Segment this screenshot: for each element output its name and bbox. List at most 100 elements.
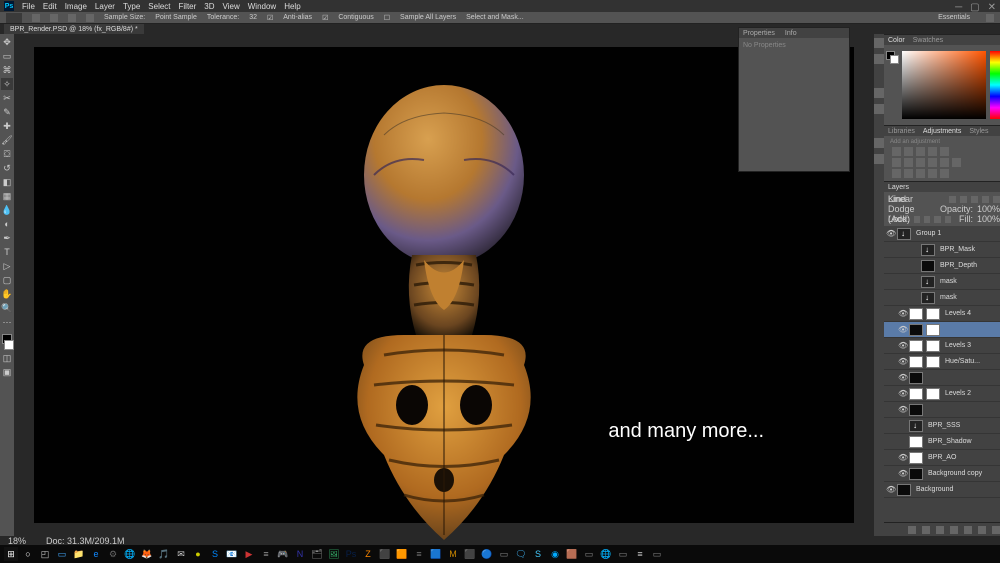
- lock-all-icon[interactable]: [945, 216, 951, 223]
- stamp-tool-icon[interactable]: ⛋: [1, 148, 13, 160]
- canvas[interactable]: and many more...: [34, 47, 854, 523]
- layer-mask-thumbnail[interactable]: [926, 356, 940, 368]
- adj-invert-icon[interactable]: [892, 169, 901, 178]
- layer-thumbnail[interactable]: [909, 436, 923, 448]
- menu-layer[interactable]: Layer: [95, 2, 115, 11]
- layer-row[interactable]: mask: [884, 274, 1000, 290]
- character-panel-icon[interactable]: [874, 138, 884, 148]
- sample-all-checkbox[interactable]: ☐: [384, 14, 390, 22]
- layer-thumbnail[interactable]: [909, 452, 923, 464]
- color-picker[interactable]: [884, 45, 1000, 125]
- edit-toolbar-icon[interactable]: ⋯: [1, 316, 13, 328]
- layers-tab[interactable]: Layers: [888, 184, 909, 191]
- layer-name[interactable]: BPR_Depth: [940, 262, 977, 269]
- pen-tool-icon[interactable]: ✒: [1, 232, 13, 244]
- layer-mask-thumbnail[interactable]: [926, 388, 940, 400]
- maximize-button[interactable]: ▢: [970, 2, 979, 13]
- taskbar-app-icon[interactable]: ✉: [174, 547, 188, 561]
- layer-row[interactable]: 👁Hue/Satu...: [884, 354, 1000, 370]
- layer-name[interactable]: Hue/Satu...: [945, 358, 980, 365]
- taskbar-app-icon[interactable]: ▭: [582, 547, 596, 561]
- paragraph-panel-icon[interactable]: [874, 154, 884, 164]
- layer-visibility-icon[interactable]: 👁: [898, 453, 906, 462]
- layer-thumbnail[interactable]: [921, 276, 935, 288]
- lock-trans-icon[interactable]: [914, 216, 920, 223]
- layer-visibility-icon[interactable]: 👁: [898, 373, 906, 382]
- layer-name[interactable]: Background copy: [928, 470, 982, 477]
- layer-row[interactable]: 👁Levels 2: [884, 386, 1000, 402]
- adjustment-layer-icon[interactable]: [950, 526, 958, 534]
- adj-brightness-icon[interactable]: [892, 147, 901, 156]
- lasso-tool-icon[interactable]: ⌘: [1, 64, 13, 76]
- layer-thumbnail[interactable]: [909, 404, 923, 416]
- layer-name[interactable]: mask: [940, 294, 957, 301]
- lock-pixel-icon[interactable]: [924, 216, 930, 223]
- taskbar-app-icon[interactable]: 🌐: [599, 547, 613, 561]
- opacity-value[interactable]: 100%: [977, 204, 1000, 214]
- crop-tool-icon[interactable]: ✂: [1, 92, 13, 104]
- selection-add-icon[interactable]: [50, 14, 58, 22]
- taskbar-app-icon[interactable]: ◉: [548, 547, 562, 561]
- eyedropper-tool-icon[interactable]: ✎: [1, 106, 13, 118]
- taskbar-app-icon[interactable]: ≡: [412, 547, 426, 561]
- filter-pixel-icon[interactable]: [949, 196, 956, 203]
- layer-thumbnail[interactable]: [909, 388, 923, 400]
- swatches-tab[interactable]: Swatches: [913, 37, 943, 44]
- layer-row[interactable]: BPR_Shadow: [884, 434, 1000, 450]
- gradient-tool-icon[interactable]: ▦: [1, 190, 13, 202]
- path-tool-icon[interactable]: ▷: [1, 260, 13, 272]
- adj-threshold-icon[interactable]: [916, 169, 925, 178]
- menu-type[interactable]: Type: [123, 2, 140, 11]
- taskbar-app-icon[interactable]: 📁: [72, 547, 86, 561]
- layer-name[interactable]: Levels 3: [945, 342, 971, 349]
- brush-tool-icon[interactable]: 🖌: [1, 134, 13, 146]
- history-brush-tool-icon[interactable]: ↺: [1, 162, 13, 174]
- adj-vibrance-icon[interactable]: [940, 147, 949, 156]
- filter-shape-icon[interactable]: [982, 196, 989, 203]
- layer-visibility-icon[interactable]: 👁: [898, 405, 906, 414]
- layer-row[interactable]: 👁Background: [884, 482, 1000, 498]
- layer-row[interactable]: BPR_Mask: [884, 242, 1000, 258]
- layer-name[interactable]: Levels 4: [945, 310, 971, 317]
- adj-bw-icon[interactable]: [916, 158, 925, 167]
- taskbar-app-icon[interactable]: Ps: [344, 547, 358, 561]
- layer-row[interactable]: 👁Group 1: [884, 226, 1000, 242]
- eraser-tool-icon[interactable]: ◧: [1, 176, 13, 188]
- zoom-tool-icon[interactable]: 🔍: [1, 302, 13, 314]
- filter-text-icon[interactable]: [971, 196, 978, 203]
- taskbar-app-icon[interactable]: ⚙: [106, 547, 120, 561]
- taskbar-app-icon[interactable]: 🔵: [480, 547, 494, 561]
- layer-thumbnail[interactable]: [921, 292, 935, 304]
- delete-layer-icon[interactable]: [992, 526, 1000, 534]
- adj-poster-icon[interactable]: [904, 169, 913, 178]
- layer-thumbnail[interactable]: [909, 468, 923, 480]
- layer-visibility-icon[interactable]: 👁: [886, 485, 894, 494]
- menu-image[interactable]: Image: [65, 2, 87, 11]
- contiguous-checkbox[interactable]: ☑: [322, 14, 328, 22]
- layer-thumbnail[interactable]: [897, 228, 911, 240]
- quickmask-icon[interactable]: ◫: [1, 352, 13, 364]
- magic-wand-tool-icon[interactable]: ✧: [1, 78, 13, 90]
- color-tab[interactable]: Color: [888, 37, 905, 44]
- layer-mask-thumbnail[interactable]: [926, 340, 940, 352]
- taskbar-app-icon[interactable]: 🖼: [327, 547, 341, 561]
- layer-row[interactable]: BPR_SSS: [884, 418, 1000, 434]
- new-layer-icon[interactable]: [978, 526, 986, 534]
- layer-name[interactable]: Levels 2: [945, 390, 971, 397]
- hue-slider[interactable]: [990, 51, 1000, 119]
- adj-exposure-icon[interactable]: [928, 147, 937, 156]
- menu-help[interactable]: Help: [284, 2, 300, 11]
- taskbar-app-icon[interactable]: Z: [361, 547, 375, 561]
- adj-gradmap-icon[interactable]: [928, 169, 937, 178]
- lock-pos-icon[interactable]: [934, 216, 940, 223]
- taskbar-app-icon[interactable]: ◰: [38, 547, 52, 561]
- fx-icon[interactable]: [922, 526, 930, 534]
- info-tab[interactable]: Info: [785, 30, 797, 37]
- taskbar-app-icon[interactable]: 🟧: [395, 547, 409, 561]
- tool-preset-picker[interactable]: [6, 13, 22, 23]
- close-button[interactable]: ✕: [988, 2, 996, 13]
- taskbar-app-icon[interactable]: ●: [191, 547, 205, 561]
- fill-value[interactable]: 100%: [977, 214, 1000, 224]
- menu-select[interactable]: Select: [148, 2, 170, 11]
- layer-thumbnail[interactable]: [921, 260, 935, 272]
